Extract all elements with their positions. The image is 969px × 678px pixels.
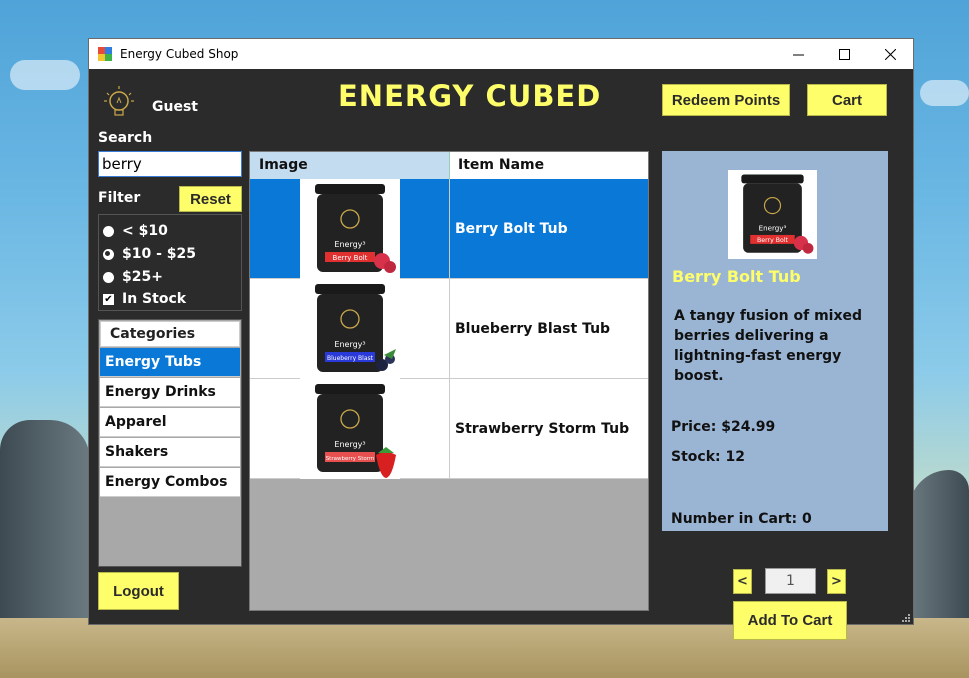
radio-icon (103, 271, 114, 283)
filter-panel: < $10 $10 - $25 $25+ ✔ In Stock (98, 214, 242, 311)
berry-tub-icon: Energy³ Berry Bolt (741, 174, 814, 254)
page-title: ENERGY CUBED (338, 79, 602, 113)
product-image: Energy³ Strawberry Storm (299, 379, 400, 479)
add-to-cart-button[interactable]: Add To Cart (733, 601, 847, 640)
in-stock-checkbox[interactable]: ✔ In Stock (103, 291, 186, 307)
product-detail-panel: Energy³ Berry Bolt Berry Bolt Tub A tang… (662, 151, 888, 531)
image-cell: Energy³ Strawberry Storm (250, 379, 450, 479)
detail-description: A tangy fusion of mixed berries deliveri… (674, 308, 863, 384)
item-name: Strawberry Storm Tub (455, 421, 630, 437)
filter-10-to-25[interactable]: $10 - $25 (103, 246, 196, 262)
detail-stock: Stock: 12 (671, 449, 745, 465)
search-label: Search (98, 130, 153, 146)
column-header-name[interactable]: Item Name (450, 152, 648, 179)
radio-icon (103, 225, 114, 237)
maximize-button[interactable] (821, 39, 867, 69)
radio-selected-icon (103, 248, 114, 260)
maximize-icon (838, 48, 850, 60)
detail-product-image: Energy³ Berry Bolt (728, 170, 817, 259)
categories-header: Categories (100, 321, 240, 347)
filter-over-25[interactable]: $25+ (103, 269, 163, 285)
close-icon (884, 48, 896, 60)
categories-list: Categories Energy Tubs Energy Drinks App… (98, 319, 242, 567)
app-icon (98, 47, 112, 61)
quantity-input[interactable]: 1 (765, 568, 816, 594)
minimize-button[interactable] (775, 39, 821, 69)
table-row[interactable]: Energy³ Blueberry Blast Blueberry Blast … (250, 279, 648, 379)
detail-in-cart: Number in Cart: 0 (671, 511, 812, 527)
table-row[interactable]: Energy³ Strawberry Storm Strawberry Stor… (250, 379, 648, 479)
product-grid: Image Item Name Energy³ Berry Bolt Berry… (249, 151, 649, 611)
product-image: Energy³ Berry Bolt (299, 179, 400, 279)
tub-label: Blueberry Blast (326, 355, 373, 362)
checkmark-icon: ✔ (103, 293, 114, 305)
cart-button[interactable]: Cart (807, 84, 887, 116)
app-window: Energy Cubed Shop Guest ENERGY CUBED Red… (88, 38, 914, 640)
image-cell: Energy³ Blueberry Blast (250, 279, 450, 379)
minimize-icon (792, 54, 804, 55)
window-controls (775, 39, 913, 69)
title-bar[interactable]: Energy Cubed Shop (89, 39, 913, 69)
close-button[interactable] (867, 39, 913, 69)
filter-under-10[interactable]: < $10 (103, 223, 168, 239)
in-stock-label: In Stock (122, 291, 187, 307)
user-name: Guest (152, 99, 198, 115)
tub-brand: Energy³ (759, 224, 787, 233)
tub-brand: Energy³ (334, 240, 365, 249)
image-cell: Energy³ Berry Bolt (250, 179, 450, 279)
filter-option-label: $25+ (122, 269, 163, 285)
filter-option-label: $10 - $25 (122, 246, 197, 262)
strawberry-tub-icon: Energy³ Strawberry Storm (314, 384, 396, 478)
filter-label: Filter (98, 190, 141, 206)
tub-brand: Energy³ (334, 440, 365, 449)
grid-header: Image Item Name (250, 152, 648, 179)
resize-grip-icon[interactable] (901, 613, 911, 623)
background-cloud (10, 60, 80, 90)
window-title: Energy Cubed Shop (120, 47, 239, 61)
filter-option-label: < $10 (122, 223, 168, 239)
reset-button[interactable]: Reset (179, 186, 242, 212)
decrement-button[interactable]: < (733, 569, 752, 594)
tub-label: Berry Bolt (757, 237, 789, 244)
category-energy-drinks[interactable]: Energy Drinks (100, 378, 240, 407)
app-content: Guest ENERGY CUBED Redeem Points Cart Se… (89, 69, 913, 640)
berry-tub-icon: Energy³ Berry Bolt (314, 184, 396, 273)
category-shakers[interactable]: Shakers (100, 438, 240, 467)
column-header-image[interactable]: Image (250, 152, 450, 179)
search-input[interactable]: berry (98, 151, 242, 177)
category-energy-combos[interactable]: Energy Combos (100, 468, 240, 497)
detail-product-name: Berry Bolt Tub (672, 267, 801, 286)
blueberry-tub-icon: Energy³ Blueberry Blast (314, 284, 396, 372)
detail-price: Price: $24.99 (671, 419, 776, 435)
tub-label: Berry Bolt (332, 254, 367, 262)
item-name: Blueberry Blast Tub (455, 321, 611, 337)
product-image: Energy³ Blueberry Blast (299, 279, 400, 379)
tub-label: Strawberry Storm (325, 456, 374, 462)
logout-button[interactable]: Logout (98, 572, 179, 610)
lightbulb-logo-icon (104, 86, 134, 116)
background-cloud (920, 80, 969, 106)
redeem-points-button[interactable]: Redeem Points (662, 84, 790, 116)
tub-brand: Energy³ (334, 340, 365, 349)
increment-button[interactable]: > (827, 569, 846, 594)
category-apparel[interactable]: Apparel (100, 408, 240, 437)
table-row[interactable]: Energy³ Berry Bolt Berry Bolt Tub (250, 179, 648, 279)
category-energy-tubs[interactable]: Energy Tubs (100, 348, 240, 377)
item-name: Berry Bolt Tub (455, 221, 568, 237)
